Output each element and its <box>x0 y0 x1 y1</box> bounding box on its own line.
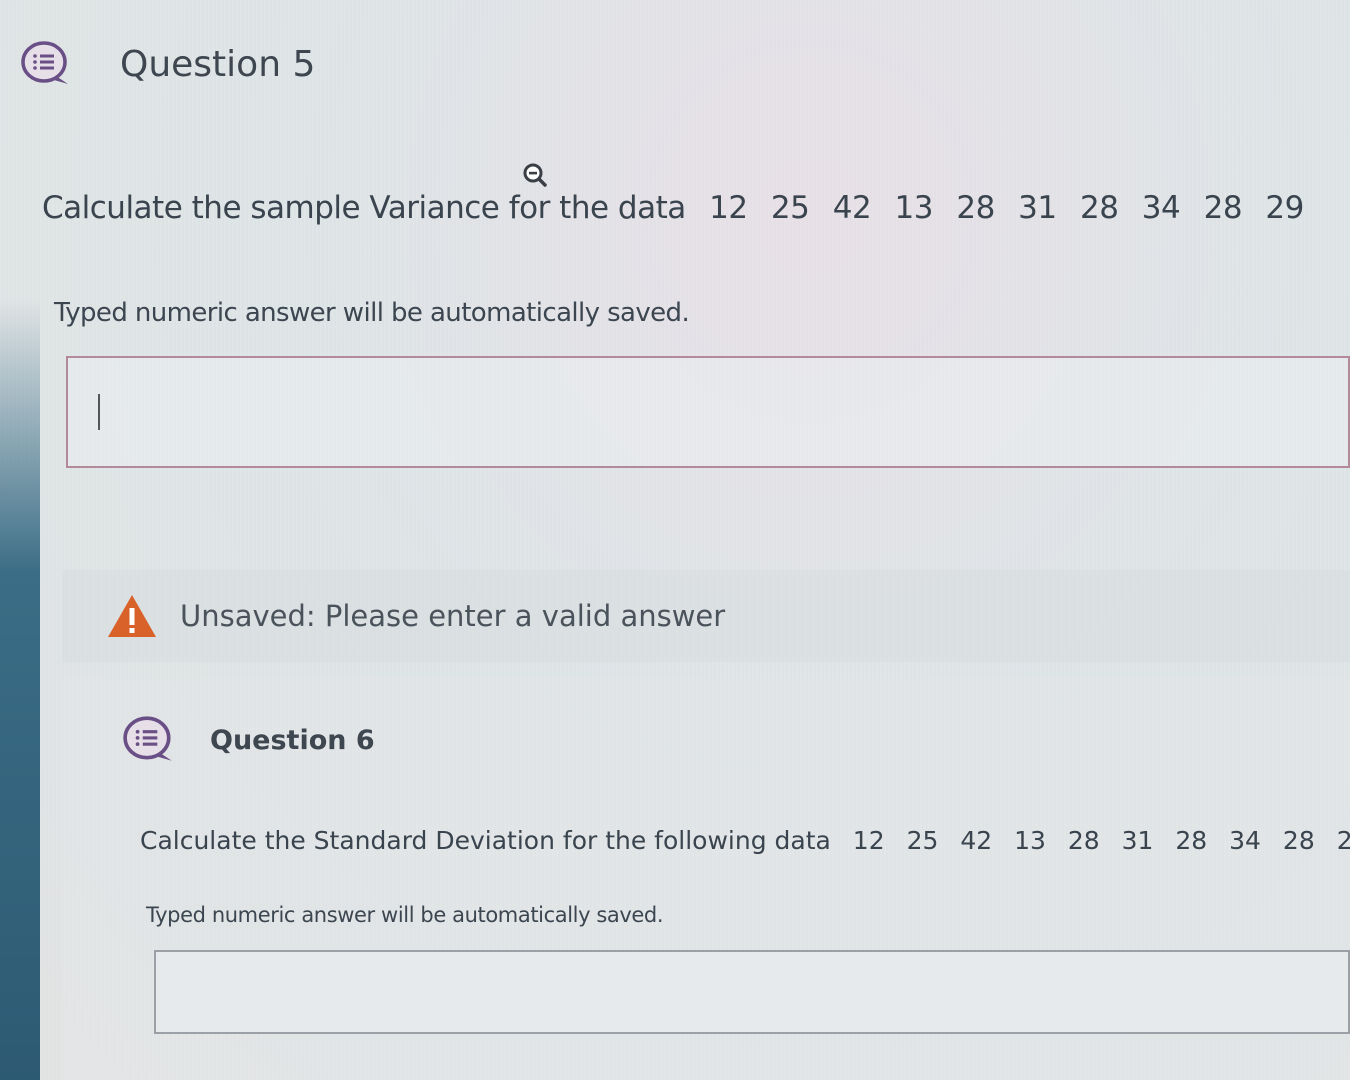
question-6-autosave-hint: Typed numeric answer will be automatical… <box>146 903 664 927</box>
data-value: 25 <box>906 826 939 855</box>
question-6-header: Question 6 <box>122 714 375 766</box>
question-5-prompt: Calculate the sample Variance for the da… <box>42 190 1304 226</box>
data-value: 28 <box>1203 190 1243 226</box>
data-value: 28 <box>956 190 995 226</box>
question-list-icon <box>122 714 176 766</box>
question-6-prompt: Calculate the Standard Deviation for the… <box>140 826 1350 855</box>
data-value: 34 <box>1141 190 1181 226</box>
data-value: 31 <box>1121 826 1154 855</box>
zoom-out-icon[interactable] <box>522 162 548 188</box>
text-caret <box>98 394 100 430</box>
question-list-icon <box>20 40 72 88</box>
question-6-answer-input[interactable] <box>154 950 1350 1034</box>
data-value: 42 <box>960 826 993 855</box>
data-value: 13 <box>894 190 934 226</box>
question-6-title: Question 6 <box>210 724 375 756</box>
data-value: 25 <box>770 190 810 226</box>
question-5-autosave-hint: Typed numeric answer will be automatical… <box>54 298 690 328</box>
question-5-title: Question 5 <box>120 43 316 85</box>
data-value: 34 <box>1229 826 1261 855</box>
data-value: 12 <box>852 826 885 855</box>
question-6-prompt-text: Calculate the Standard Deviation for the… <box>140 826 831 855</box>
data-value: 42 <box>832 190 872 226</box>
warning-triangle-icon <box>106 593 158 639</box>
data-value: 31 <box>1018 190 1057 226</box>
page-background: Question 5 Calculate the sample Variance… <box>0 0 1350 1080</box>
unsaved-warning-banner: Unsaved: Please enter a valid answer <box>62 570 1350 662</box>
data-value: 28 <box>1175 826 1208 855</box>
data-value: 29 <box>1336 826 1350 855</box>
data-value: 12 <box>709 190 748 226</box>
data-value: 28 <box>1282 826 1315 855</box>
data-value: 29 <box>1265 190 1304 226</box>
unsaved-warning-text: Unsaved: Please enter a valid answer <box>180 599 726 633</box>
question-5-prompt-text: Calculate the sample Variance for the da… <box>42 190 686 226</box>
data-value: 28 <box>1067 826 1100 855</box>
data-value: 13 <box>1014 826 1046 855</box>
question-5-answer-input[interactable] <box>66 356 1350 468</box>
data-value: 28 <box>1079 190 1119 226</box>
left-edge-strip <box>0 300 40 1080</box>
question-5-header: Question 5 <box>20 40 315 88</box>
